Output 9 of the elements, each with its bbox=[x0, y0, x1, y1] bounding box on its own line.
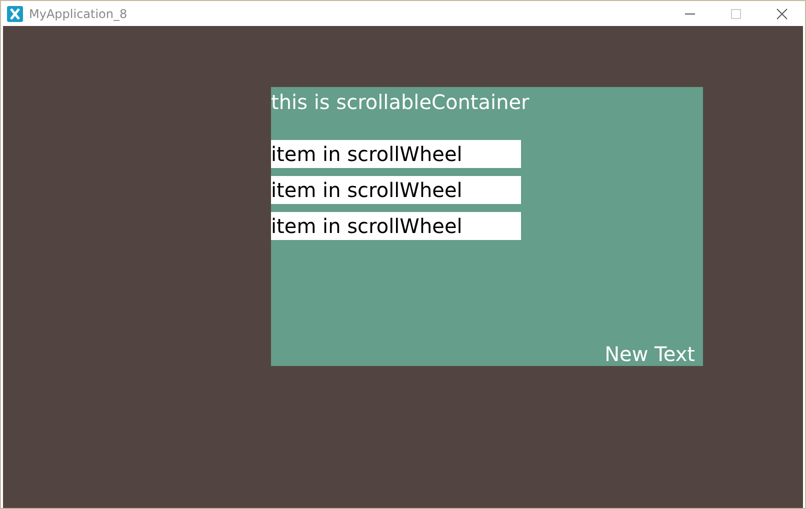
container-title: this is scrollableContainer bbox=[271, 89, 530, 116]
maximize-icon bbox=[730, 8, 742, 20]
list-item[interactable]: item in scrollWheel bbox=[271, 212, 521, 240]
footer-text: New Text bbox=[604, 342, 695, 366]
app-icon bbox=[7, 6, 23, 22]
window-title: MyApplication_8 bbox=[29, 6, 128, 20]
close-icon bbox=[776, 8, 788, 20]
list-item[interactable]: item in scrollWheel bbox=[271, 140, 521, 168]
list-item[interactable]: item in scrollWheel bbox=[271, 176, 521, 204]
